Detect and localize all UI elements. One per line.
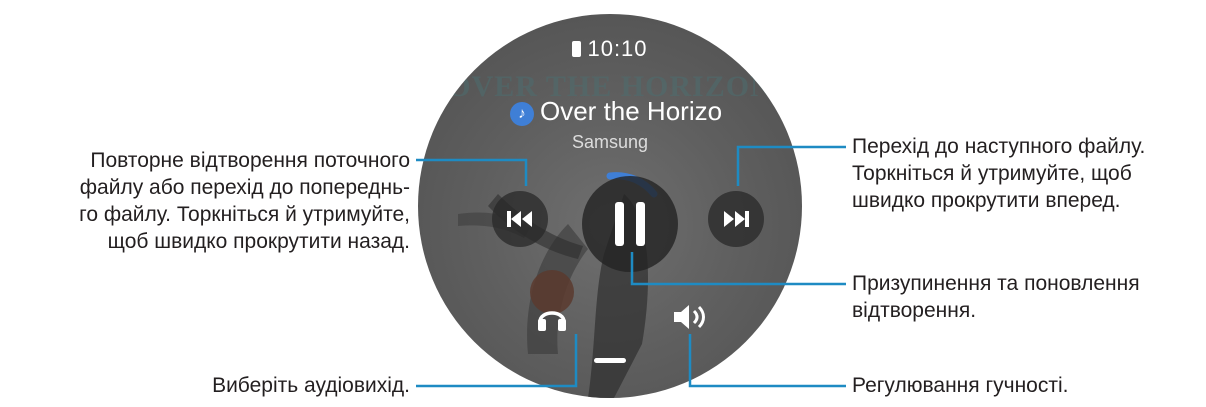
audio-output-leader [416,334,578,388]
leader-lines [416,145,846,388]
pause-leader [630,252,846,286]
previous-leader [416,158,528,186]
next-leader [736,145,846,186]
volume-leader [688,334,846,388]
